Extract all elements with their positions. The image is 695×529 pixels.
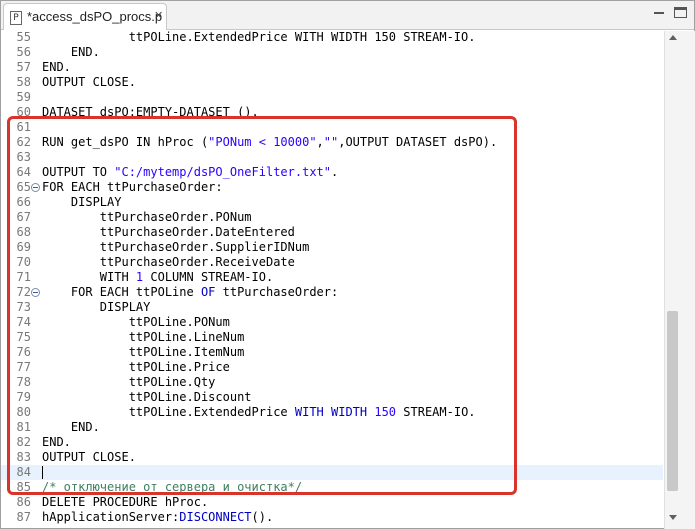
code-token: hApplicationServer: [42,510,180,524]
vertical-scrollbar[interactable] [664,31,695,529]
tab-access-dspo-procs[interactable]: P *access_dsPO_procs.p ✕ [3,3,167,30]
editor-window: P *access_dsPO_procs.p ✕ 55 ttPOLine.Ext… [0,0,695,529]
code-line[interactable]: 55 ttPOLine.ExtendedPrice WITH WIDTH 150… [1,31,663,45]
line-number: 55 [16,31,31,44]
code-text: ttPOLine.ExtendedPrice WITH WIDTH 150 ST… [42,31,476,45]
code-text: OUTPUT CLOSE. [42,75,136,90]
tab-label: *access_dsPO_procs.p [27,9,163,24]
code-text: hApplicationServer:DISCONNECT(). [42,510,273,525]
code-text: END. [42,45,100,60]
code-line[interactable]: 59 [1,90,663,105]
line-number: 56 [16,45,31,59]
code-text: END. [42,60,71,75]
scrollbar-thumb[interactable] [667,311,678,491]
line-number: 57 [16,60,31,74]
close-icon[interactable]: ✕ [154,9,163,22]
line-number: 59 [16,90,31,104]
code-token: OUTPUT CLOSE. [42,75,136,89]
code-line[interactable]: 86 DELETE PROCEDURE hProc. [1,495,663,510]
scroll-down-icon[interactable] [669,515,677,520]
line-number: 87 [16,510,31,524]
minimize-icon[interactable] [653,7,666,18]
code-token: ttPOLine.ExtendedPrice WITH WIDTH 150 ST… [42,31,476,44]
code-text: DELETE PROCEDURE hProc. [42,495,208,510]
code-line[interactable]: 57 END. [1,60,663,75]
code-line[interactable]: 56 END. [1,45,663,60]
code-token: DISCONNECT [179,510,252,524]
line-number: 58 [16,75,31,89]
code-token: DELETE PROCEDURE hProc. [42,495,209,509]
tab-bar: P *access_dsPO_procs.p ✕ [1,1,694,30]
code-token: END. [42,60,71,74]
code-editor[interactable]: 55 ttPOLine.ExtendedPrice WITH WIDTH 150… [1,31,663,529]
maximize-icon[interactable] [674,7,687,18]
code-token: END. [42,45,100,59]
scroll-up-icon[interactable] [669,35,677,40]
progress-file-icon: P [10,11,22,25]
code-token: (). [251,510,274,524]
highlight-annotation-box [7,116,517,495]
line-number: 86 [16,495,31,509]
code-line[interactable]: 58 OUTPUT CLOSE. [1,75,663,90]
code-line[interactable]: 87 hApplicationServer:DISCONNECT(). [1,510,663,525]
